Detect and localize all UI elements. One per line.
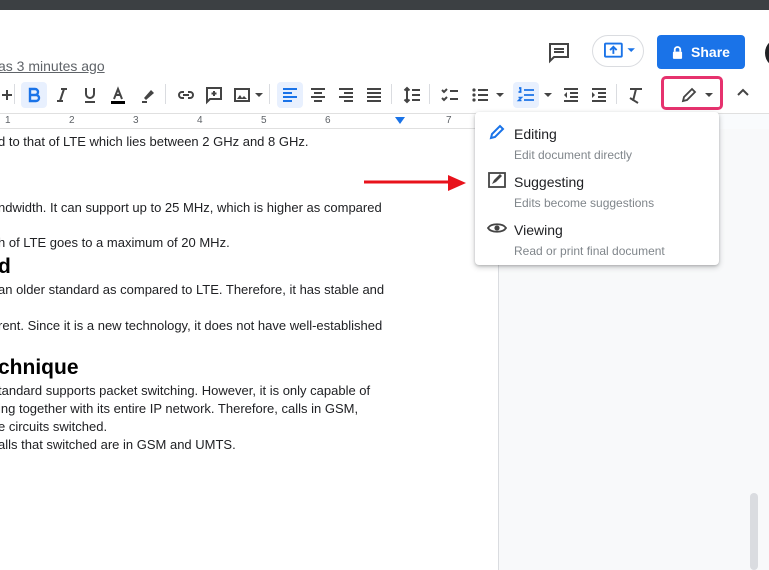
document-line: alls that switched are in GSM and UMTS. <box>0 437 236 452</box>
toolbar-divider <box>14 84 15 104</box>
bullet-options-chevron-down-icon[interactable] <box>496 93 504 97</box>
mode-option-description: Edit document directly <box>514 148 633 162</box>
ruler-number: 5 <box>261 115 267 126</box>
ruler-number: 7 <box>446 115 452 126</box>
checklist-icon[interactable] <box>437 82 463 108</box>
document-page[interactable]: d to that of LTE which lies between 2 GH… <box>0 129 499 570</box>
document-line: rent. Since it is a new technology, it d… <box>0 318 383 333</box>
mode-option-title: Suggesting <box>514 174 585 190</box>
highlight-color-icon[interactable] <box>135 82 161 108</box>
mode-option-title: Editing <box>514 126 557 142</box>
mode-option-viewing[interactable]: Viewing Read or print final document <box>475 214 719 260</box>
present-button[interactable] <box>592 35 644 67</box>
red-annotation-arrow-icon <box>364 175 466 191</box>
mode-option-description: Edits become suggestions <box>514 196 655 210</box>
justify-icon[interactable] <box>361 82 387 108</box>
document-heading: chnique <box>0 356 79 379</box>
mode-dropdown-menu: Editing Edit document directly Suggestin… <box>475 112 719 265</box>
document-line: d to that of LTE which lies between 2 GH… <box>0 134 309 149</box>
browser-top-strip <box>0 0 769 10</box>
clear-formatting-icon[interactable] <box>623 82 649 108</box>
decrease-indent-icon[interactable] <box>558 82 584 108</box>
align-right-icon[interactable] <box>333 82 359 108</box>
text-color-icon[interactable] <box>105 82 131 108</box>
document-line: an older standard as compared to LTE. Th… <box>0 282 385 297</box>
right-indent-marker[interactable] <box>395 117 405 124</box>
pencil-icon <box>489 124 505 140</box>
comment-history-icon[interactable] <box>546 40 572 64</box>
toolbar-divider <box>391 84 392 104</box>
lock-icon <box>672 45 683 59</box>
share-label: Share <box>691 44 730 60</box>
numbered-list-icon[interactable] <box>513 82 539 108</box>
mode-option-description: Read or print final document <box>514 244 665 258</box>
bulleted-list-icon[interactable] <box>467 82 493 108</box>
vertical-scrollbar[interactable] <box>750 493 758 570</box>
increase-font-size-icon[interactable] <box>0 82 20 108</box>
document-line: tandard supports packet switching. Howev… <box>0 383 371 398</box>
horizontal-ruler: 1 2 3 4 5 6 7 <box>0 114 500 129</box>
present-icon <box>604 42 635 58</box>
suggest-edit-icon <box>488 172 506 188</box>
ruler-number: 2 <box>69 115 75 126</box>
share-button[interactable]: Share <box>657 35 745 69</box>
toolbar-divider <box>269 84 270 104</box>
document-line: ndwidth. It can support up to 25 MHz, wh… <box>0 200 382 215</box>
document-line: h of LTE goes to a maximum of 20 MHz. <box>0 235 230 250</box>
document-line: ing together with its entire IP network.… <box>0 401 359 416</box>
add-comment-icon[interactable] <box>201 82 227 108</box>
mode-option-editing[interactable]: Editing Edit document directly <box>475 118 719 164</box>
align-center-icon[interactable] <box>305 82 331 108</box>
account-avatar[interactable] <box>763 36 769 70</box>
italic-icon[interactable] <box>49 82 75 108</box>
insert-link-icon[interactable] <box>173 82 199 108</box>
docs-header: as 3 minutes ago Share <box>0 10 769 74</box>
formatting-toolbar <box>0 74 769 114</box>
last-edit-link[interactable]: as 3 minutes ago <box>0 58 105 74</box>
mode-option-title: Viewing <box>514 222 563 238</box>
toolbar-divider <box>165 84 166 104</box>
mode-option-suggesting[interactable]: Suggesting Edits become suggestions <box>475 166 719 212</box>
eye-icon <box>487 223 507 233</box>
toolbar-divider <box>616 84 617 104</box>
document-line: e circuits switched. <box>0 419 108 434</box>
collapse-menu-chevron-up-icon[interactable] <box>733 82 753 102</box>
ruler-number: 4 <box>197 115 203 126</box>
increase-indent-icon[interactable] <box>586 82 612 108</box>
ruler-number: 6 <box>325 115 331 126</box>
insert-image-icon[interactable] <box>229 82 255 108</box>
ruler-number: 1 <box>5 115 11 126</box>
numbering-options-chevron-down-icon[interactable] <box>544 93 552 97</box>
underline-icon[interactable] <box>77 82 103 108</box>
toolbar-divider <box>429 84 430 104</box>
ruler-number: 3 <box>133 115 139 126</box>
line-spacing-icon[interactable] <box>399 82 425 108</box>
align-left-icon[interactable] <box>277 82 303 108</box>
mode-selector-highlight <box>661 76 723 110</box>
document-heading: d <box>0 255 11 279</box>
bold-icon[interactable] <box>21 82 47 108</box>
image-options-chevron-down-icon[interactable] <box>255 93 263 97</box>
